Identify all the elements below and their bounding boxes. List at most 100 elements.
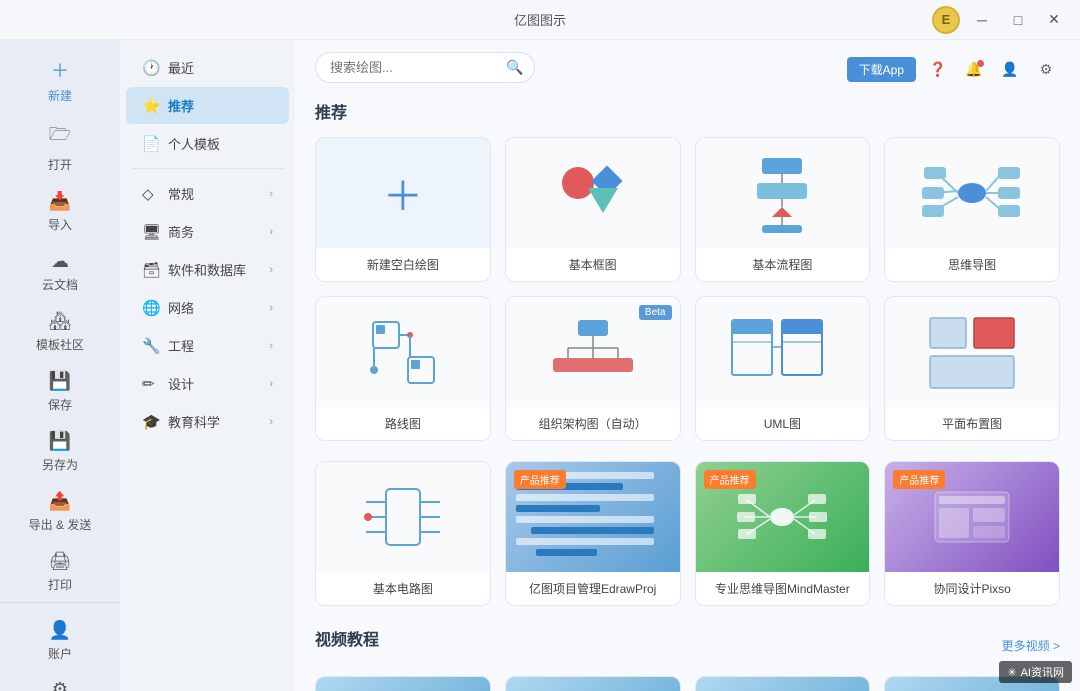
sidebar-item-cloud[interactable]: ☁ 云文档 <box>6 243 114 301</box>
sidebar-item-account[interactable]: 👤 账户 <box>6 612 114 670</box>
plus-icon: ＋ <box>383 164 423 222</box>
account-icon: 👤 <box>49 620 71 641</box>
template-circuit[interactable]: 基本电路图 <box>315 461 491 606</box>
print-icon: 🖨 <box>49 551 72 572</box>
arrow-icon-7: › <box>269 416 273 428</box>
search-bar[interactable]: 🔍 <box>315 52 535 83</box>
titlebar: 亿图图示 E ─ □ ✕ <box>0 0 1080 40</box>
cat-item-education[interactable]: 🎓 教育科学 › <box>126 403 289 440</box>
app-title: 亿图图示 <box>514 10 566 29</box>
titlebar-controls: E ─ □ ✕ <box>932 6 1068 34</box>
template-basic-frame[interactable]: 基本框图 <box>505 137 681 282</box>
mind-svg <box>922 153 1022 233</box>
template-route[interactable]: 路线图 <box>315 296 491 441</box>
cat-item-personal[interactable]: 📄 个人模板 <box>126 125 289 162</box>
sidebar-item-save[interactable]: 💾 保存 <box>6 363 114 421</box>
frame-thumb <box>506 138 680 248</box>
nav-divider <box>132 168 283 169</box>
sidebar-item-community[interactable]: 🏘 模板社区 <box>6 303 114 361</box>
network-icon: 🌐 <box>142 299 160 317</box>
maximize-button[interactable]: □ <box>1004 6 1032 34</box>
business-icon: 🖥 <box>142 223 160 241</box>
template-org-chart[interactable]: Beta 组织架构图（自动） <box>505 296 681 441</box>
pixso-label: 协同设计Pixso <box>885 572 1059 605</box>
cat-item-network[interactable]: 🌐 网络 › <box>126 289 289 326</box>
circuit-label: 基本电路图 <box>316 572 490 605</box>
cat-item-general[interactable]: ◇ 常规 › <box>126 175 289 212</box>
mind-label: 思维导图 <box>885 248 1059 281</box>
sidebar-item-open[interactable]: 🗁 打开 <box>6 114 114 181</box>
engineering-icon: 🔧 <box>142 337 160 355</box>
flow-label: 基本流程图 <box>696 248 870 281</box>
category-nav: 🕐 最近 ⭐ 推荐 📄 个人模板 ◇ 常规 › 🖥 商务 › 🗃 软件和数据库 … <box>120 40 295 691</box>
cat-item-engineering[interactable]: 🔧 工程 › <box>126 327 289 364</box>
org-label: 组织架构图（自动） <box>506 407 680 440</box>
mindmaster-thumb: 产品推荐 <box>696 462 870 572</box>
cat-item-software[interactable]: 🗃 软件和数据库 › <box>126 251 289 288</box>
cat-item-business[interactable]: 🖥 商务 › <box>126 213 289 250</box>
notification-icon[interactable]: 🔔 <box>960 56 988 84</box>
sidebar-item-export[interactable]: 📤 导出 & 发送 <box>6 483 114 541</box>
watermark-icon: ✳ <box>1007 666 1016 679</box>
route-label: 路线图 <box>316 407 490 440</box>
edraw-proj-label: 亿图项目管理EdrawProj <box>506 572 680 605</box>
new-icon: ＋ <box>51 57 69 83</box>
uml-svg <box>727 310 837 395</box>
sidebar-item-options[interactable]: ⚙ 选项 <box>6 671 114 691</box>
video-card-3[interactable]: ▶ <box>695 676 871 691</box>
sidebar-bottom: 👤 账户 ⚙ 选项 <box>0 602 120 691</box>
recent-icon: 🕐 <box>142 59 160 77</box>
sidebar-item-saveas[interactable]: 💾 另存为 <box>6 423 114 481</box>
search-input[interactable] <box>330 60 506 75</box>
more-videos-link[interactable]: 更多视频 > <box>1002 637 1060 654</box>
uml-label: UML图 <box>696 407 870 440</box>
template-basic-flow[interactable]: 基本流程图 <box>695 137 871 282</box>
notification-dot <box>977 60 984 67</box>
template-grid: ＋ 新建空白绘图 基本框图 <box>315 137 1060 441</box>
uml-thumb <box>696 297 870 407</box>
sidebar-item-import[interactable]: 📥 导入 <box>6 183 114 241</box>
cat-item-recommend[interactable]: ⭐ 推荐 <box>126 87 289 124</box>
template-uml[interactable]: UML图 <box>695 296 871 441</box>
mm-svg <box>737 482 827 552</box>
export-icon: 📤 <box>49 491 71 512</box>
template-pixso[interactable]: 产品推荐 协同设计Pixso <box>884 461 1060 606</box>
mindmaster-label: 专业思维导图MindMaster <box>696 572 870 605</box>
close-button[interactable]: ✕ <box>1040 6 1068 34</box>
route-svg <box>358 312 448 392</box>
template-edraw-proj[interactable]: 产品推荐 亿图项目管理EdrawProj <box>505 461 681 606</box>
content-area: 🔍 下载App ❓ 🔔 👤 ⚙ 推荐 ＋ 新建空白绘图 <box>295 40 1080 691</box>
user-menu-icon[interactable]: 👤 <box>996 56 1024 84</box>
template-mindmaster[interactable]: 产品推荐 专业思维导图MindMaster <box>695 461 871 606</box>
template-new-blank[interactable]: ＋ 新建空白绘图 <box>315 137 491 282</box>
settings-icon[interactable]: ⚙ <box>1032 56 1060 84</box>
video-thumb-3: ▶ <box>696 677 870 691</box>
minimize-button[interactable]: ─ <box>968 6 996 34</box>
circuit-thumb <box>316 462 490 572</box>
video-card-2[interactable]: ▶ <box>505 676 681 691</box>
options-icon: ⚙ <box>52 679 68 691</box>
sidebar-item-new[interactable]: ＋ 新建 <box>6 49 114 112</box>
sidebar-item-print[interactable]: 🖨 打印 <box>6 543 114 601</box>
cat-item-design[interactable]: ✏ 设计 › <box>126 365 289 402</box>
template-floor-plan[interactable]: 平面布置图 <box>884 296 1060 441</box>
video-card-1[interactable]: ▶ <box>315 676 491 691</box>
video-grid: ▶ ▶ ▶ ▶ <box>315 676 1060 691</box>
search-icon: 🔍 <box>506 59 523 76</box>
cat-item-recent[interactable]: 🕐 最近 <box>126 49 289 86</box>
user-avatar[interactable]: E <box>932 6 960 34</box>
help-icon[interactable]: ❓ <box>924 56 952 84</box>
org-thumb: Beta <box>506 297 680 407</box>
template-mind-map[interactable]: 思维导图 <box>884 137 1060 282</box>
toolbar-right: 下载App ❓ 🔔 👤 ⚙ <box>847 56 1060 84</box>
org-svg <box>543 312 643 392</box>
download-app-button[interactable]: 下载App <box>847 57 916 82</box>
personal-icon: 📄 <box>142 135 160 153</box>
import-icon: 📥 <box>49 191 71 212</box>
design-icon: ✏ <box>142 375 160 393</box>
floor-svg <box>922 310 1022 395</box>
promo-badge-mind: 产品推荐 <box>704 470 756 489</box>
community-icon: 🏘 <box>49 311 72 332</box>
software-icon: 🗃 <box>142 261 160 279</box>
arrow-icon: › <box>269 188 273 200</box>
